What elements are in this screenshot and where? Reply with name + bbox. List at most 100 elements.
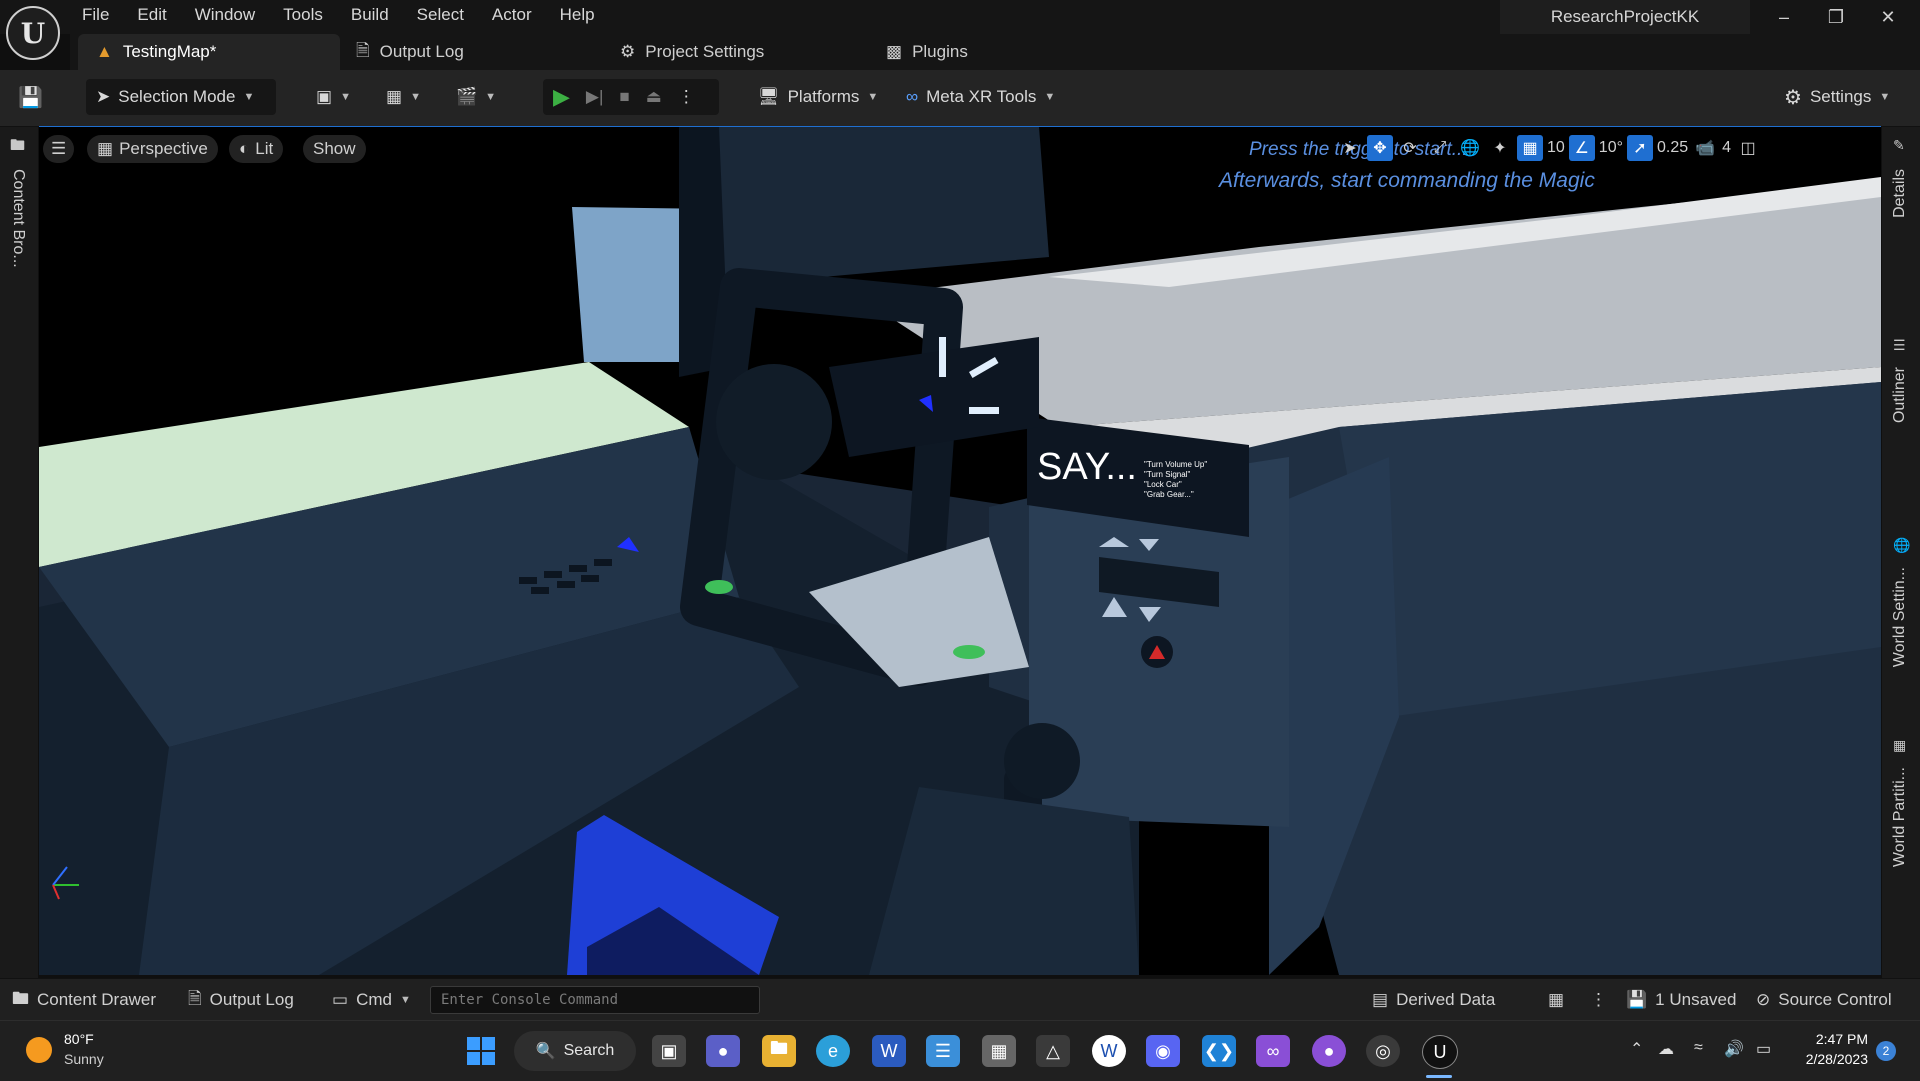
console-input[interactable]: Enter Console Command <box>430 986 760 1014</box>
restore-button[interactable]: ❐ <box>1810 0 1862 34</box>
menu-actor[interactable]: Actor <box>478 0 546 30</box>
tray-chevron-icon[interactable]: ⌃ <box>1630 1039 1643 1059</box>
scale-snap-icon[interactable]: ➚ <box>1627 135 1653 161</box>
world-settings-icon[interactable]: 🌐 <box>1893 537 1910 554</box>
build-status-icon[interactable]: ▦ <box>1548 979 1564 1021</box>
rotate-icon[interactable]: ⟳ <box>1397 135 1423 161</box>
unsaved-button[interactable]: 💾 1 Unsaved <box>1626 979 1736 1021</box>
stop-icon[interactable]: ■ <box>619 87 629 107</box>
menu-window[interactable]: Window <box>181 0 269 30</box>
clock-time[interactable]: 2:47 PM <box>1796 1031 1868 1047</box>
level-viewport[interactable]: SAY... "Turn Volume Up" "Turn Signal" "L… <box>39 127 1881 975</box>
meta-xr-tools-dropdown[interactable]: ∞ Meta XR Tools ▼ <box>906 79 1055 115</box>
scale-snap-value[interactable]: 0.25 <box>1657 139 1688 157</box>
left-side-panel: 🖿 Content Bro... <box>0 127 38 978</box>
world-partition-tab[interactable]: World Partiti... <box>1891 767 1909 867</box>
source-control-label: Source Control <box>1778 990 1892 1009</box>
wifi-icon[interactable]: ≈ <box>1694 1039 1703 1057</box>
file-explorer-icon[interactable]: 🖿 <box>762 1035 796 1067</box>
clock-date[interactable]: 2/28/2023 <box>1796 1051 1868 1067</box>
sun-icon[interactable] <box>26 1037 52 1063</box>
grid-snap-icon[interactable]: ▦ <box>1517 135 1543 161</box>
tab-testingmap[interactable]: ▲ TestingMap* <box>78 34 340 70</box>
menu-edit[interactable]: Edit <box>123 0 180 30</box>
tab-output-log[interactable]: 🗎 Output Log <box>356 34 464 70</box>
say-command: "Lock Car" <box>1144 480 1182 489</box>
layout-icon[interactable]: ◫ <box>1735 135 1761 161</box>
battery-icon[interactable]: ▭ <box>1756 1039 1771 1059</box>
camera-speed-value[interactable]: 4 <box>1722 139 1731 157</box>
cmd-dropdown[interactable]: ▭ Cmd ▼ <box>332 979 411 1021</box>
app-icon[interactable]: W <box>1092 1035 1126 1067</box>
tab-project-settings[interactable]: ⚙ Project Settings <box>620 34 764 70</box>
source-control-button[interactable]: ⊘ Source Control <box>1756 979 1892 1021</box>
unreal-taskbar-icon[interactable]: U <box>1422 1035 1458 1069</box>
main-toolbar: 💾 ➤ Selection Mode ▼ ▣ ▼ ▦ ▼ 🎬 ▼ ▶ ▶| ■ ⏏ ⋮… <box>0 70 1920 127</box>
outliner-icon[interactable]: ☰ <box>1893 337 1906 354</box>
perspective-dropdown[interactable]: ▦ Perspective <box>87 135 218 163</box>
derived-data-button[interactable]: ▤ Derived Data <box>1372 979 1495 1021</box>
notification-badge[interactable]: 2 <box>1876 1041 1896 1061</box>
taskbar-search[interactable]: 🔍 Search <box>514 1031 636 1071</box>
onedrive-icon[interactable]: ☁ <box>1658 1039 1674 1059</box>
world-partition-icon[interactable]: ▦ <box>1893 737 1906 754</box>
details-icon[interactable]: ✎ <box>1893 137 1905 154</box>
grid-snap-value[interactable]: 10 <box>1547 139 1565 157</box>
platforms-dropdown[interactable]: 🖥 Platforms ▼ <box>758 79 878 115</box>
weather-temp[interactable]: 80°F <box>64 1031 94 1047</box>
content-browser-tab[interactable]: Content Bro... <box>9 169 27 268</box>
menu-build[interactable]: Build <box>337 0 403 30</box>
skip-icon[interactable]: ▶| <box>586 87 604 107</box>
calculator-icon[interactable]: ▦ <box>982 1035 1016 1067</box>
task-view-icon[interactable]: ▣ <box>652 1035 686 1067</box>
selection-mode-dropdown[interactable]: ➤ Selection Mode ▼ <box>86 79 276 115</box>
menu-select[interactable]: Select <box>403 0 478 30</box>
camera-speed-icon[interactable]: 📹 <box>1692 135 1718 161</box>
play-icon[interactable]: ▶ <box>553 84 570 110</box>
scale-icon[interactable]: ⤢ <box>1427 135 1453 161</box>
eject-icon[interactable]: ⏏ <box>646 87 662 107</box>
menu-tools[interactable]: Tools <box>269 0 337 30</box>
obs-icon[interactable]: ◎ <box>1366 1035 1400 1067</box>
surface-snap-icon[interactable]: ✦ <box>1487 135 1513 161</box>
content-browser-icon[interactable]: 🖿 <box>10 135 25 160</box>
lit-dropdown[interactable]: ◐ Lit <box>229 135 284 163</box>
close-button[interactable]: ✕ <box>1862 0 1914 34</box>
viewport-menu-button[interactable]: ☰ <box>43 135 75 163</box>
3d-viewer-icon[interactable]: △ <box>1036 1035 1070 1067</box>
menu-help[interactable]: Help <box>546 0 609 30</box>
edge-icon[interactable]: e <box>816 1035 850 1067</box>
settings-dropdown[interactable]: ⚙ Settings ▼ <box>1784 79 1890 115</box>
blueprints-button[interactable]: ▦ ▼ <box>386 79 421 115</box>
more-icon[interactable]: ⋮ <box>678 87 695 107</box>
minimize-button[interactable]: – <box>1758 0 1810 34</box>
teams-icon[interactable]: ● <box>706 1035 740 1067</box>
tab-plugins[interactable]: ▩ Plugins <box>886 34 968 70</box>
save-icon[interactable]: 💾 <box>18 79 43 115</box>
discord-icon[interactable]: ◉ <box>1146 1035 1180 1067</box>
output-log-button[interactable]: 🗎 Output Log <box>188 979 294 1021</box>
rotation-snap-icon[interactable]: ∠ <box>1568 135 1595 161</box>
show-dropdown[interactable]: Show <box>303 135 366 163</box>
github-icon[interactable]: ● <box>1312 1035 1346 1067</box>
outliner-tab[interactable]: Outliner <box>1891 367 1909 423</box>
unreal-logo-icon[interactable]: U <box>6 6 60 60</box>
volume-icon[interactable]: 🔊 <box>1724 1039 1744 1059</box>
start-icon[interactable] <box>464 1035 498 1067</box>
select-icon[interactable]: ➤ <box>1337 135 1363 161</box>
visual-studio-icon[interactable]: ∞ <box>1256 1035 1290 1067</box>
word-icon[interactable]: W <box>872 1035 906 1067</box>
more-options-icon[interactable]: ⋮ <box>1590 979 1607 1021</box>
rotation-snap-value[interactable]: 10° <box>1599 139 1623 157</box>
cinematics-button[interactable]: 🎬 ▼ <box>456 79 496 115</box>
weather-desc[interactable]: Sunny <box>64 1051 104 1067</box>
world-settings-tab[interactable]: World Settin... <box>1891 567 1909 667</box>
world-local-icon[interactable]: 🌐 <box>1457 135 1483 161</box>
vscode-icon[interactable]: ❮❯ <box>1202 1035 1236 1067</box>
menu-file[interactable]: File <box>68 0 123 30</box>
details-tab[interactable]: Details <box>1891 169 1909 218</box>
notepad-icon[interactable]: ☰ <box>926 1035 960 1067</box>
content-drawer-button[interactable]: 🖿 Content Drawer <box>12 979 156 1021</box>
add-content-button[interactable]: ▣ ▼ <box>316 79 351 115</box>
translate-icon[interactable]: ✥ <box>1367 135 1393 161</box>
